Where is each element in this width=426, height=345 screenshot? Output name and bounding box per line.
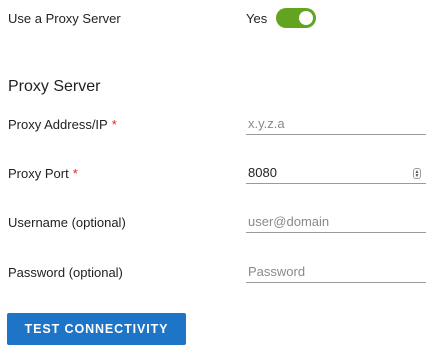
- toggle-knob: [299, 11, 314, 25]
- test-connectivity-button[interactable]: TEST CONNECTIVITY: [7, 313, 186, 345]
- proxy-address-label: Proxy Address/IP *: [8, 117, 117, 132]
- username-label: Username (optional): [8, 215, 126, 230]
- proxy-port-label-text: Proxy Port: [8, 166, 69, 181]
- proxy-toggle-control: Yes: [246, 8, 317, 28]
- section-title: Proxy Server: [8, 78, 101, 95]
- password-input[interactable]: [246, 261, 426, 283]
- proxy-toggle-state-text: Yes: [246, 10, 268, 26]
- proxy-toggle-label: Use a Proxy Server: [8, 11, 121, 26]
- proxy-toggle-switch[interactable]: [276, 8, 317, 28]
- required-asterisk: *: [111, 117, 117, 132]
- required-asterisk: *: [72, 166, 78, 181]
- proxy-port-label: Proxy Port *: [8, 166, 78, 181]
- proxy-address-label-text: Proxy Address/IP: [8, 117, 108, 132]
- proxy-address-input[interactable]: [246, 113, 426, 135]
- stepper-down-icon: ▼: [414, 172, 420, 179]
- password-label: Password (optional): [8, 265, 123, 280]
- port-stepper-icon[interactable]: ▲ ▼: [413, 168, 421, 179]
- proxy-port-input[interactable]: [246, 162, 426, 184]
- username-input[interactable]: [246, 211, 426, 233]
